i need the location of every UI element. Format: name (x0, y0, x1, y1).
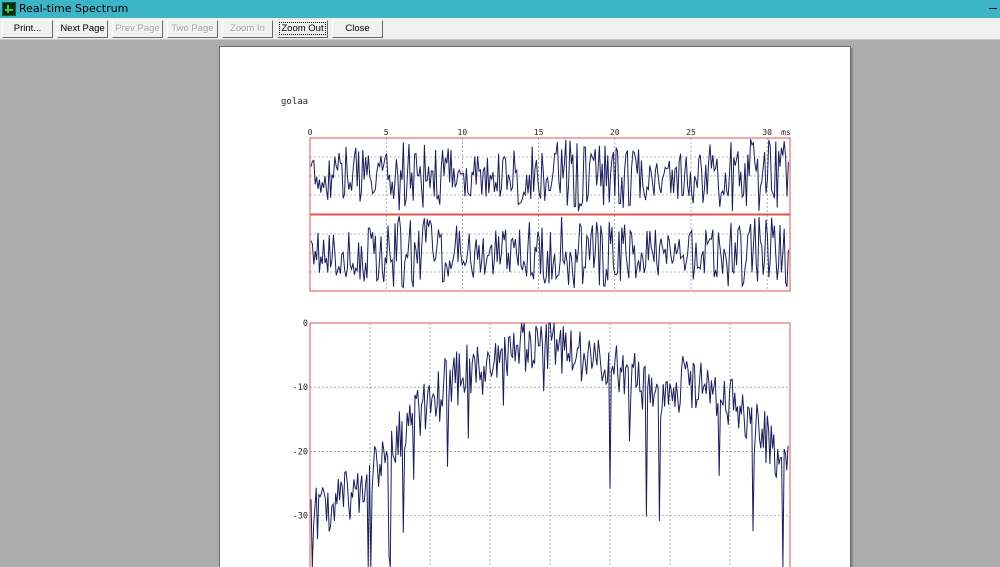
waveform-x-tick-label: 30 (762, 128, 772, 137)
waveform-x-tick-label: 15 (534, 128, 544, 137)
spectrum-trace (310, 322, 789, 567)
waveform-channel-trace (310, 139, 789, 212)
waveform-x-tick-label: 20 (610, 128, 620, 137)
document-heading: golaa (281, 97, 308, 107)
waveform-x-unit-label: ms (781, 128, 791, 137)
waveform-x-tick-label: 5 (384, 128, 389, 137)
waveform-chart: 0 5 10 15 20 25 30 ms (308, 128, 791, 292)
spectrum-chart: 0 -10 -20 -30 (293, 319, 791, 567)
charts-layer: golaa 0 5 10 15 20 25 30 ms 0 -10 -20 -30 (281, 97, 791, 567)
waveform-channel-trace (310, 216, 789, 289)
waveform-x-tick-label: 0 (308, 128, 313, 137)
spectrum-y-tick-label: -10 (293, 383, 308, 393)
waveform-x-tick-label: 25 (686, 128, 696, 137)
spectrum-y-tick-label: 0 (303, 319, 308, 329)
waveform-x-tick-label: 10 (458, 128, 468, 137)
spectrum-y-tick-label: -20 (293, 447, 308, 457)
spectrum-y-tick-label: -30 (293, 512, 308, 522)
